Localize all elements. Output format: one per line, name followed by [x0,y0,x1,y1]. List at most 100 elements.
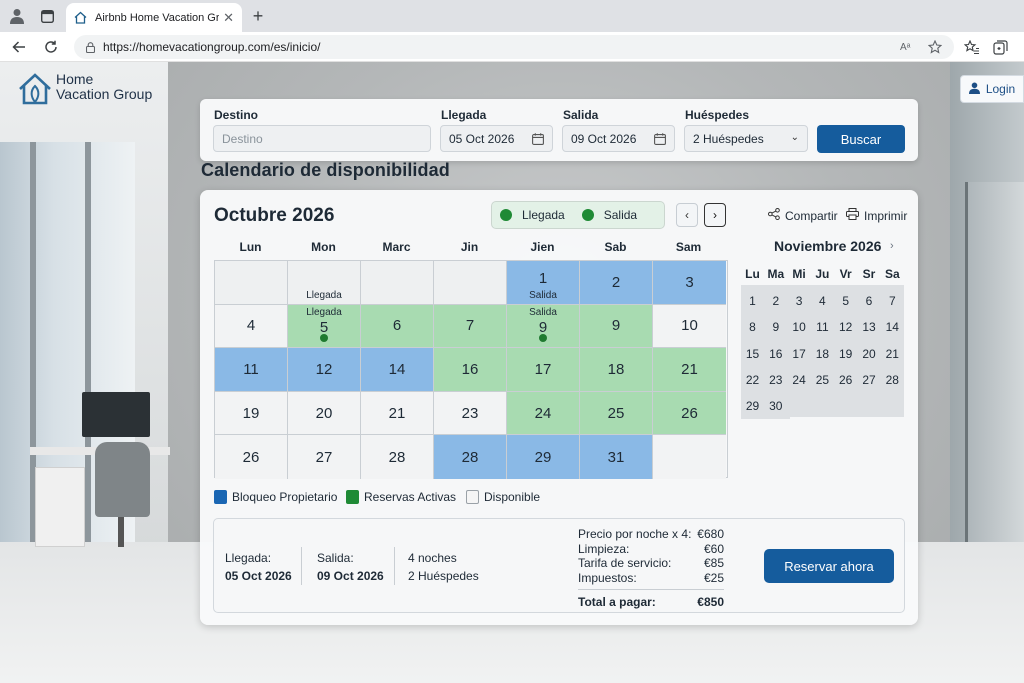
calendar-day-cell[interactable]: 25 [580,391,653,436]
mini-day-cell[interactable]: 30 [764,393,787,419]
mini-day-cell[interactable]: 25 [811,367,834,393]
price-row: Limpieza: €60 [578,542,724,557]
legend-salida: Salida [581,208,637,222]
mini-day-cell[interactable]: 16 [764,341,787,367]
summary-salida: Salida: 09 Oct 2026 [317,549,384,585]
calendar-day-cell[interactable]: 1 Salida [507,261,580,305]
mini-day-cell[interactable]: 15 [741,341,764,367]
login-label: Login [985,82,1016,96]
price-value: €85 [703,556,724,570]
new-tab-icon[interactable]: + [248,6,268,26]
calendar-day-cell[interactable]: 16 [434,348,507,392]
next-month-button[interactable]: › [704,203,726,227]
calendar-day-cell[interactable]: 28 [361,435,434,479]
mini-day-cell[interactable]: 10 [788,314,811,340]
salida-date-input[interactable]: 09 Oct 2026 [562,125,675,152]
calendar-day-cell[interactable]: 19 [215,391,288,436]
day-number: 27 [315,448,333,466]
calendar-day-cell[interactable]: 2 [580,261,653,305]
tab-actions-icon[interactable] [37,6,57,26]
calendar-day-cell[interactable]: 7 [434,304,507,349]
read-aloud-icon[interactable]: Aᵃ [900,35,910,59]
favorites-icon[interactable] [962,37,982,57]
collections-icon[interactable] [990,37,1010,57]
destino-input[interactable]: Destino [213,125,431,152]
mini-day-cell[interactable]: 7 [881,288,904,314]
back-icon[interactable] [9,37,29,57]
mini-next-icon[interactable]: › [890,240,894,252]
calendar-day-cell[interactable]: 9 [580,304,653,349]
mini-day-cell[interactable]: 14 [881,314,904,340]
mini-day-cell[interactable]: 4 [811,288,834,314]
mini-day-cell[interactable]: 21 [881,341,904,367]
site-logo[interactable]: Home Vacation Group [18,72,152,111]
calendar-day-cell[interactable]: 20 [288,391,361,436]
calendar-day-cell[interactable]: 27 [288,435,361,479]
weekday-header: Sam [675,240,702,254]
calendar-day-cell[interactable]: 10 [653,304,726,349]
mini-day-cell[interactable]: 28 [881,367,904,393]
calendar-day-cell[interactable]: 23 [434,391,507,436]
mini-weekday-header: Vr [839,267,852,281]
tab-close-icon[interactable]: ✕ [223,10,234,26]
calendar-day-cell[interactable]: 31 [580,435,653,479]
calendar-day-cell[interactable]: 3 [653,261,726,305]
mini-day-cell[interactable]: 2 [764,288,787,314]
huespedes-select[interactable]: 2 Huéspedes ⌄ [684,125,808,152]
mini-day-cell[interactable]: 18 [811,341,834,367]
mini-day-cell[interactable]: 24 [788,367,811,393]
mini-day-cell[interactable]: 23 [764,367,787,393]
day-number: 21 [681,360,698,378]
mini-day-cell[interactable]: 29 [741,393,764,419]
reload-icon[interactable] [41,37,61,57]
day-number: 6 [392,317,402,335]
mini-day-cell[interactable]: 22 [741,367,764,393]
compartir-button[interactable]: Compartir [768,208,838,223]
price-value: €25 [703,570,724,585]
login-button[interactable]: Login [960,75,1024,103]
mini-day-cell[interactable]: 5 [834,288,857,314]
calendar-day-cell[interactable]: 12 [288,348,361,392]
calendar-day-cell[interactable]: 18 [580,348,653,392]
prev-month-button[interactable]: ‹ [676,203,698,227]
day-number: 21 [388,404,406,422]
reservar-button[interactable]: Reservar ahora [764,549,894,583]
calendar-day-cell[interactable]: 4 [215,304,288,349]
calendar-day-cell[interactable]: 26 [215,435,288,479]
mini-day-cell[interactable]: 3 [788,288,811,314]
mini-day-cell[interactable]: 11 [811,314,834,340]
imprimir-button[interactable]: Imprimir [846,208,907,223]
browser-tab[interactable]: Airbnb Home Vacation Group ✕ [66,3,242,32]
calendar-day-cell[interactable]: 14 [361,348,434,392]
calendar-day-cell[interactable]: 28 [434,435,507,479]
calendar-day-cell[interactable]: 11 [215,348,288,392]
mini-day-cell[interactable]: 6 [858,288,881,314]
calendar-day-cell[interactable]: 5 Llegada [288,304,361,349]
mini-day-cell[interactable]: 20 [858,341,881,367]
calendar-day-cell[interactable]: 6 [361,304,434,349]
calendar-day-cell[interactable]: 26 [653,391,726,436]
mini-day-cell[interactable]: 8 [741,314,764,340]
price-total-row: Total a pagar: €850 [578,589,724,609]
mini-day-cell[interactable]: 1 [741,288,764,314]
calendar-day-cell[interactable]: 17 [507,348,580,392]
calendar-day-cell[interactable]: 21 [361,391,434,436]
calendar-day-cell[interactable]: 24 [507,391,580,436]
mini-day-cell[interactable]: 19 [834,341,857,367]
llegada-date-input[interactable]: 05 Oct 2026 [440,125,553,152]
favorite-star-icon[interactable] [928,35,942,59]
address-bar[interactable]: https://homevacationgroup.com/es/inicio/… [74,35,954,59]
profile-icon[interactable] [7,6,27,26]
mini-day-cell[interactable]: 12 [834,314,857,340]
calendar-day-cell[interactable]: 9 Salida [507,304,580,349]
mini-day-cell[interactable]: 17 [788,341,811,367]
buscar-button[interactable]: Buscar [817,125,905,153]
day-number: 20 [315,404,333,422]
calendar-day-cell[interactable]: 29 [507,435,580,479]
mini-day-cell[interactable]: 13 [858,314,881,340]
mini-weekday-header: Mi [792,267,806,281]
mini-day-cell[interactable]: 9 [764,314,787,340]
mini-day-cell[interactable]: 26 [834,367,857,393]
calendar-day-cell[interactable]: 21 [653,348,726,392]
mini-day-cell[interactable]: 27 [858,367,881,393]
